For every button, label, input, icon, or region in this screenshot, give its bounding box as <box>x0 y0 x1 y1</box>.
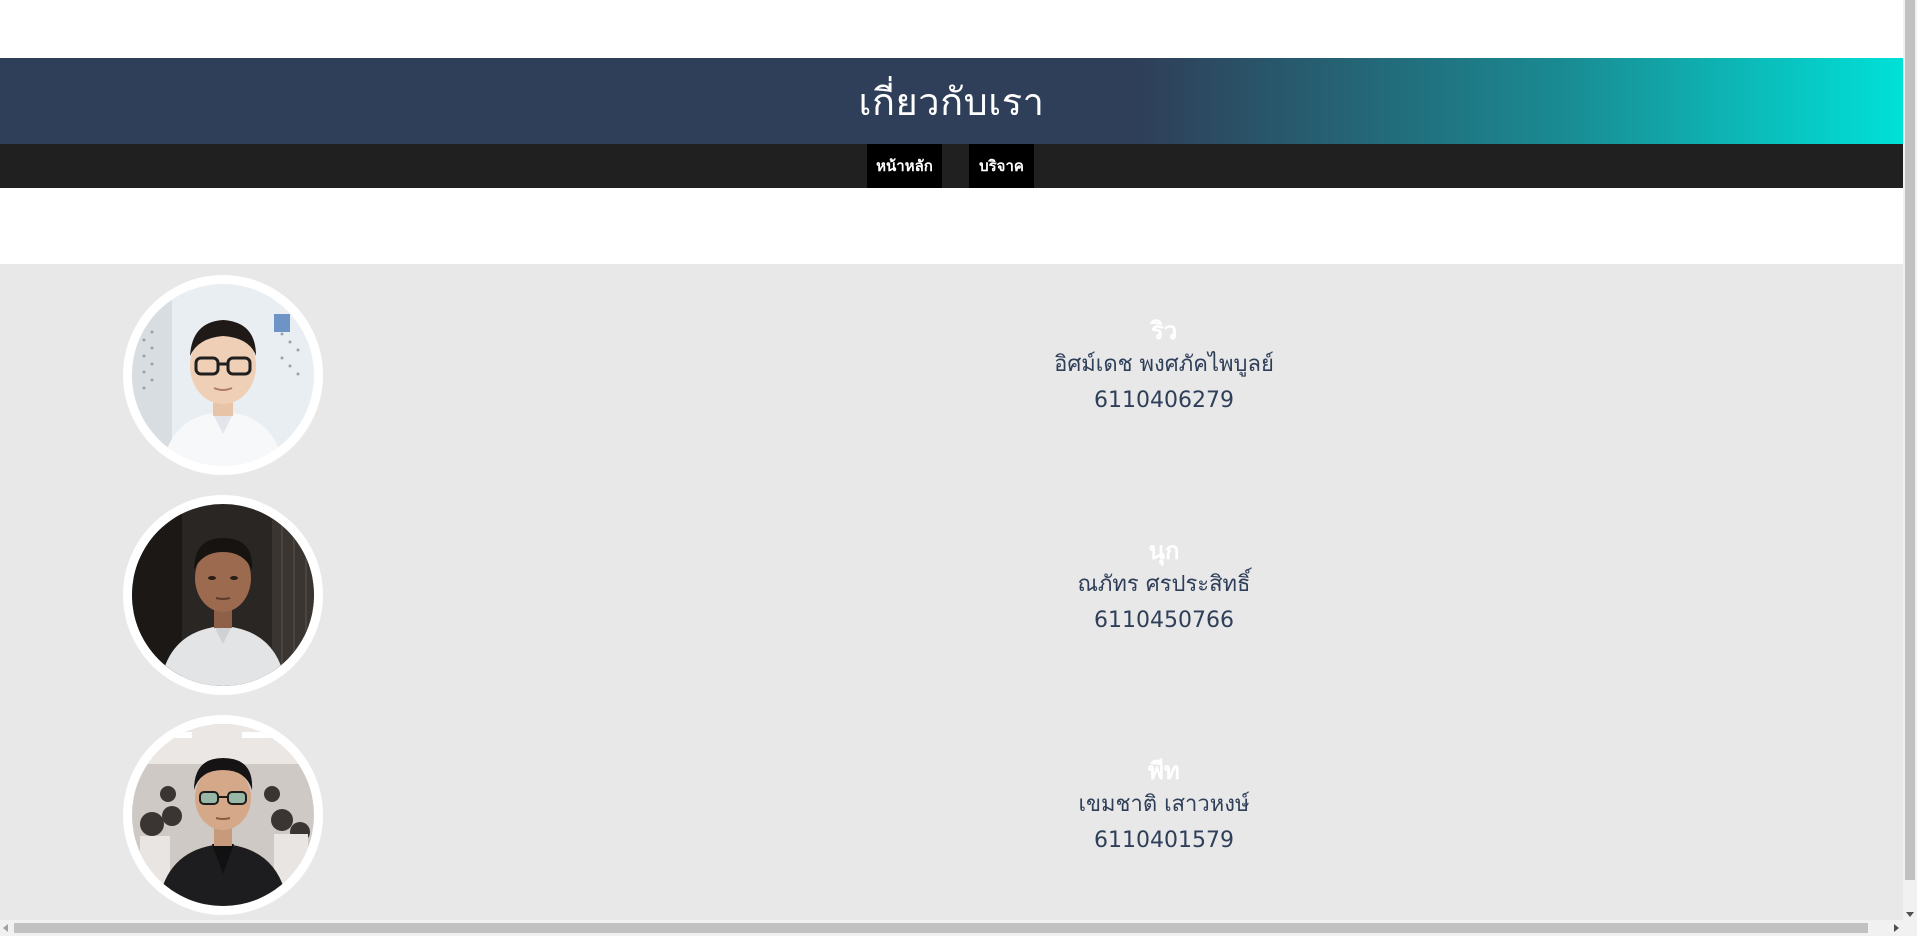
page-header: เกี่ยวกับเรา <box>0 58 1903 144</box>
member-student-id: 6110406279 <box>1094 388 1234 413</box>
team-section: ริว อิศม์เดช พงศภัคไพบูลย์ 6110406279 นุ… <box>0 264 1903 920</box>
member-avatar <box>123 495 323 695</box>
nav-home-link[interactable]: หน้าหลัก <box>867 144 942 188</box>
member-avatar <box>123 275 323 475</box>
member-fullname: อิศม์เดช พงศภัคไพบูลย์ <box>1054 352 1274 377</box>
horizontal-scroll-thumb[interactable] <box>14 923 1868 933</box>
member-fullname: ณภัทร ศรประสิทธิ์ <box>1077 572 1251 597</box>
member-info: พีท เขมชาติ เสาวหงษ์ 6110401579 <box>1000 755 1328 859</box>
member-card: นุก ณภัทร ศรประสิทธิ์ 6110450766 <box>0 495 1903 695</box>
member-student-id: 6110401579 <box>1094 828 1234 853</box>
member-photo <box>132 724 314 906</box>
viewport: เกี่ยวกับเรา หน้าหลัก บริจาค ริว อิศม์เด… <box>0 0 1903 920</box>
scroll-right-icon[interactable] <box>1894 924 1899 932</box>
scroll-left-icon[interactable] <box>3 924 8 932</box>
member-card: พีท เขมชาติ เสาวหงษ์ 6110401579 <box>0 715 1903 915</box>
member-photo <box>132 504 314 686</box>
vertical-scrollbar[interactable] <box>1903 0 1917 920</box>
vertical-scroll-thumb[interactable] <box>1905 0 1915 880</box>
member-student-id: 6110450766 <box>1094 608 1234 633</box>
member-photo <box>132 284 314 466</box>
member-avatar <box>123 715 323 915</box>
member-nickname: ริว <box>1150 317 1178 345</box>
member-nickname: นุก <box>1148 537 1180 565</box>
page: เกี่ยวกับเรา หน้าหลัก บริจาค ริว อิศม์เด… <box>0 0 1917 936</box>
member-card: ริว อิศม์เดช พงศภัคไพบูลย์ 6110406279 <box>0 275 1903 475</box>
scroll-down-icon[interactable] <box>1906 912 1914 917</box>
member-info: นุก ณภัทร ศรประสิทธิ์ 6110450766 <box>1000 535 1328 639</box>
member-info: ริว อิศม์เดช พงศภัคไพบูลย์ 6110406279 <box>1000 315 1328 419</box>
nav-donate-link[interactable]: บริจาค <box>969 144 1034 188</box>
member-fullname: เขมชาติ เสาวหงษ์ <box>1078 792 1250 817</box>
page-title: เกี่ยวกับเรา <box>858 79 1045 124</box>
nav-bar: หน้าหลัก บริจาค <box>0 144 1903 188</box>
horizontal-scrollbar[interactable] <box>0 920 1917 936</box>
member-nickname: พีท <box>1148 757 1180 785</box>
